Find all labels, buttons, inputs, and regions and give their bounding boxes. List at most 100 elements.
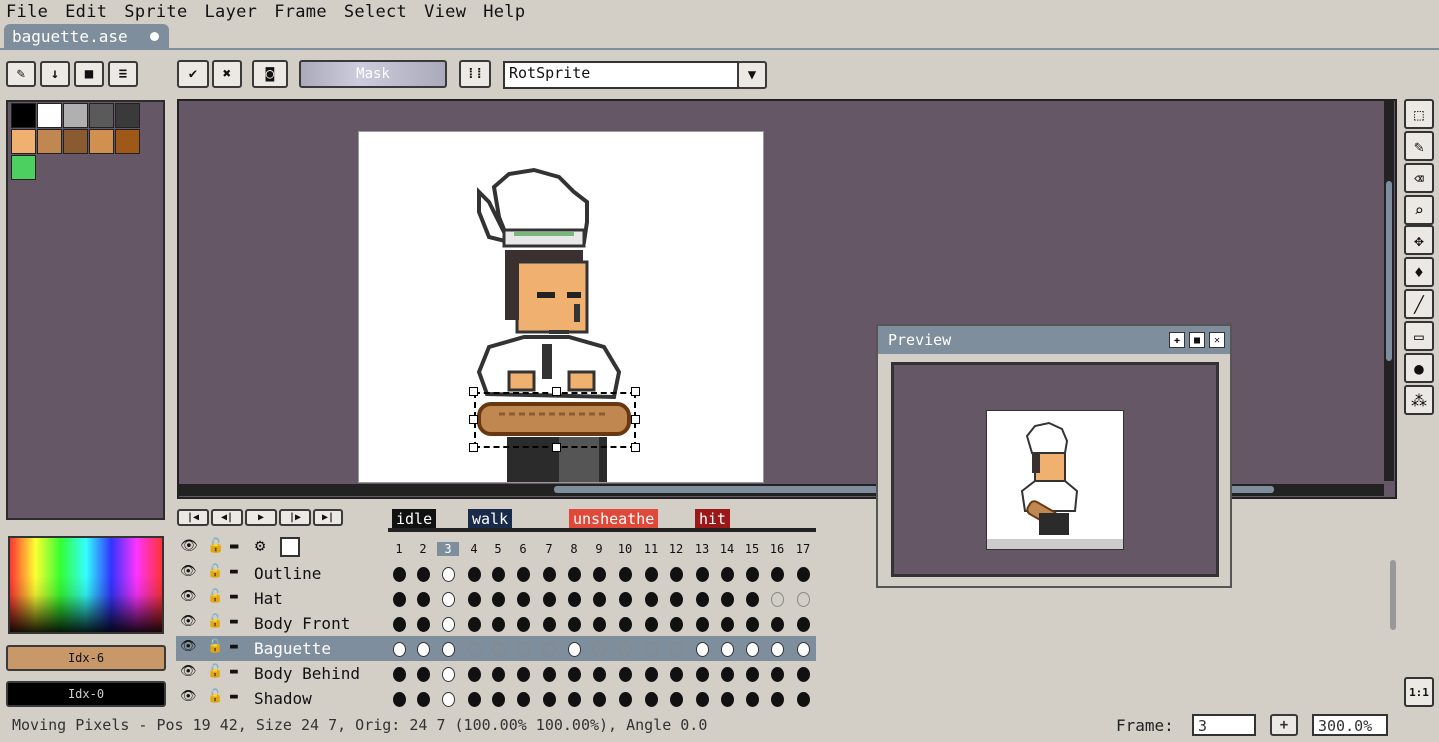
- cel[interactable]: [468, 642, 481, 657]
- cel[interactable]: [721, 692, 734, 707]
- menu-edit[interactable]: Edit: [65, 2, 107, 22]
- cel[interactable]: [543, 592, 556, 607]
- frame-header[interactable]: 15: [741, 542, 763, 556]
- frame-header[interactable]: 10: [614, 542, 636, 556]
- cel[interactable]: [492, 567, 505, 582]
- transform-handle[interactable]: [552, 387, 561, 396]
- cel[interactable]: [746, 592, 759, 607]
- cel[interactable]: [721, 642, 734, 657]
- eye-icon[interactable]: 👁: [180, 639, 197, 654]
- move-tool-icon[interactable]: ✥: [1404, 225, 1434, 255]
- cel[interactable]: [721, 592, 734, 607]
- continuous-icon[interactable]: ▬: [230, 564, 238, 579]
- tag-walk[interactable]: walk: [468, 509, 513, 528]
- tab-baguette[interactable]: baguette.ase: [4, 24, 169, 50]
- cel[interactable]: [393, 692, 406, 707]
- continuous-icon[interactable]: ▬: [230, 689, 238, 704]
- cel[interactable]: [645, 592, 658, 607]
- cel[interactable]: [442, 692, 455, 707]
- cel[interactable]: [797, 642, 810, 657]
- frame-header[interactable]: 16: [766, 542, 788, 556]
- cel[interactable]: [517, 667, 530, 682]
- palette-options-button[interactable]: ≡: [108, 61, 138, 87]
- cel[interactable]: [543, 567, 556, 582]
- pin-icon[interactable]: ✚: [1169, 332, 1185, 348]
- line-tool-icon[interactable]: ╱: [1404, 289, 1434, 319]
- sort-palette-button[interactable]: ↓: [40, 61, 70, 87]
- menu-sprite[interactable]: Sprite: [124, 2, 187, 22]
- cel[interactable]: [543, 667, 556, 682]
- cel[interactable]: [492, 667, 505, 682]
- gear-icon[interactable]: ⚙: [255, 536, 265, 556]
- cel[interactable]: [696, 642, 709, 657]
- zoom-tool-icon[interactable]: ⌕: [1404, 195, 1434, 225]
- cel[interactable]: [543, 692, 556, 707]
- pencil-tool-icon[interactable]: ✎: [1404, 131, 1434, 161]
- menu-help[interactable]: Help: [483, 2, 525, 22]
- transform-handle[interactable]: [469, 443, 478, 452]
- rectangle-tool-icon[interactable]: ▭: [1404, 321, 1434, 351]
- cel[interactable]: [593, 617, 606, 632]
- cel[interactable]: [517, 692, 530, 707]
- cel[interactable]: [442, 567, 455, 582]
- lock-icon[interactable]: 🔓: [207, 614, 223, 629]
- menu-layer[interactable]: Layer: [205, 2, 258, 22]
- cel[interactable]: [568, 692, 581, 707]
- palette-swatch[interactable]: [11, 103, 36, 128]
- cel[interactable]: [492, 592, 505, 607]
- next-frame-button[interactable]: |▶: [279, 509, 311, 526]
- cel[interactable]: [619, 617, 632, 632]
- layer-name[interactable]: Baguette: [254, 639, 331, 658]
- cel[interactable]: [771, 667, 784, 682]
- cel[interactable]: [442, 592, 455, 607]
- close-icon[interactable]: ✕: [1209, 332, 1225, 348]
- prev-frame-button[interactable]: ◀|: [211, 509, 243, 526]
- layer-name[interactable]: Outline: [254, 564, 321, 583]
- cel[interactable]: [797, 567, 810, 582]
- layer-name[interactable]: Body Behind: [254, 664, 360, 683]
- eye-icon[interactable]: 👁: [180, 564, 197, 579]
- cel[interactable]: [696, 617, 709, 632]
- mask-color-button[interactable]: Mask: [299, 60, 447, 88]
- palette-swatch[interactable]: [37, 129, 62, 154]
- cel[interactable]: [543, 617, 556, 632]
- cel[interactable]: [797, 617, 810, 632]
- cel[interactable]: [417, 567, 430, 582]
- cel[interactable]: [568, 567, 581, 582]
- eraser-tool-icon[interactable]: ⌫: [1404, 163, 1434, 193]
- cel[interactable]: [645, 642, 658, 657]
- cel[interactable]: [417, 642, 430, 657]
- cel[interactable]: [771, 642, 784, 657]
- cel[interactable]: [568, 617, 581, 632]
- cel[interactable]: [568, 642, 581, 657]
- cel[interactable]: [468, 592, 481, 607]
- palette-swatch[interactable]: [63, 129, 88, 154]
- new-frame-button[interactable]: +: [1270, 714, 1298, 736]
- cel[interactable]: [393, 617, 406, 632]
- cel[interactable]: [670, 692, 683, 707]
- lock-icon[interactable]: 🔓: [207, 689, 223, 704]
- lock-icon[interactable]: 🔓: [207, 639, 223, 654]
- lock-icon[interactable]: 🔓: [207, 538, 224, 554]
- edit-palette-button[interactable]: ✎: [6, 61, 36, 87]
- frame-header[interactable]: 7: [538, 542, 560, 556]
- frame-header[interactable]: 17: [792, 542, 814, 556]
- cel[interactable]: [442, 617, 455, 632]
- frame-header[interactable]: 3: [437, 542, 459, 556]
- contour-tool-icon[interactable]: ●: [1404, 353, 1434, 383]
- foreground-color-button[interactable]: Idx-6: [6, 645, 166, 671]
- cel[interactable]: [393, 667, 406, 682]
- palette-swatch[interactable]: [63, 103, 88, 128]
- pivot-button[interactable]: ⁞⁞: [459, 60, 491, 88]
- preview-window[interactable]: Preview ✚ ■ ✕: [876, 324, 1232, 588]
- frame-header[interactable]: 14: [716, 542, 738, 556]
- cel[interactable]: [619, 667, 632, 682]
- cel[interactable]: [746, 667, 759, 682]
- tag-idle[interactable]: idle: [392, 509, 437, 528]
- cel[interactable]: [771, 692, 784, 707]
- cel[interactable]: [568, 592, 581, 607]
- cel[interactable]: [393, 567, 406, 582]
- frame-header[interactable]: 11: [640, 542, 662, 556]
- menu-view[interactable]: View: [424, 2, 466, 22]
- cel[interactable]: [771, 592, 784, 607]
